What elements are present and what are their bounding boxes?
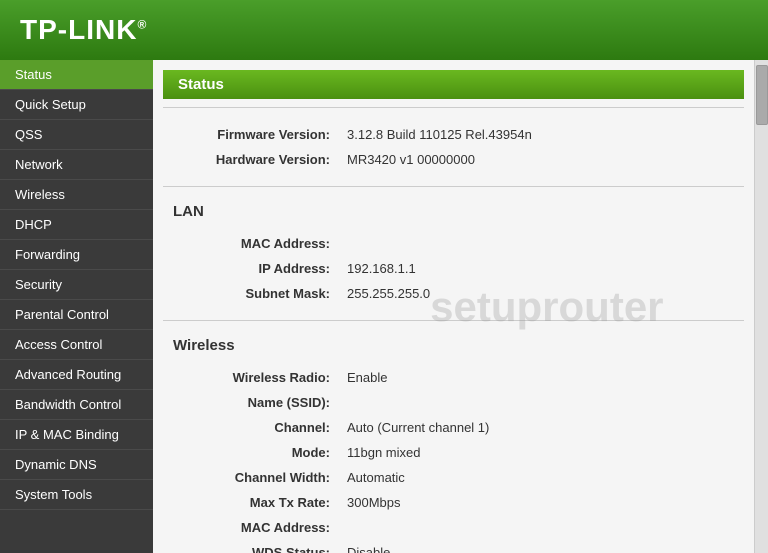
lan-subnet-label: Subnet Mask: [165,282,335,305]
header: TP-LINK® [0,0,768,60]
sidebar-item-access-control[interactable]: Access Control [0,330,153,360]
wireless-radio-label: Wireless Radio: [165,366,335,389]
content-wrapper: setuprouter Status Firmware Version: 3.1… [153,60,768,553]
sidebar-item-dhcp[interactable]: DHCP [0,210,153,240]
logo-suffix: ® [137,18,147,32]
table-row: IP Address: 192.168.1.1 [165,257,742,280]
scrollbar-thumb[interactable] [756,65,768,125]
firmware-value: 3.12.8 Build 110125 Rel.43954n [337,123,742,146]
table-row: MAC Address: [165,516,742,539]
sidebar-item-status[interactable]: Status [0,60,153,90]
wireless-mac-label: MAC Address: [165,516,335,539]
lan-ip-label: IP Address: [165,257,335,280]
sidebar-item-network[interactable]: Network [0,150,153,180]
hardware-value: MR3420 v1 00000000 [337,148,742,171]
firmware-table: Firmware Version: 3.12.8 Build 110125 Re… [153,116,754,178]
sidebar-item-security[interactable]: Security [0,270,153,300]
wireless-ssid-label: Name (SSID): [165,391,335,414]
wireless-radio-value: Enable [337,366,742,389]
logo-text: TP-LINK [20,14,137,45]
wireless-mode-value: 11bgn mixed [337,441,742,464]
wireless-section-heading: Wireless [153,329,754,359]
main-layout: StatusQuick SetupQSSNetworkWirelessDHCPF… [0,60,768,553]
status-bar: Status [163,70,744,99]
wireless-mode-label: Mode: [165,441,335,464]
sidebar-item-wireless[interactable]: Wireless [0,180,153,210]
firmware-label: Firmware Version: [165,123,335,146]
table-row: Channel Width: Automatic [165,466,742,489]
logo: TP-LINK® [20,14,147,46]
table-row: Max Tx Rate: 300Mbps [165,491,742,514]
sidebar-item-system-tools[interactable]: System Tools [0,480,153,510]
wireless-mac-value [337,516,742,539]
divider-lan [163,186,744,187]
table-row: Subnet Mask: 255.255.255.0 [165,282,742,305]
lan-subnet-value: 255.255.255.0 [337,282,742,305]
table-row: Firmware Version: 3.12.8 Build 110125 Re… [165,123,742,146]
sidebar-item-dynamic-dns[interactable]: Dynamic DNS [0,450,153,480]
lan-mac-label: MAC Address: [165,232,335,255]
wireless-width-label: Channel Width: [165,466,335,489]
lan-ip-value: 192.168.1.1 [337,257,742,280]
sidebar: StatusQuick SetupQSSNetworkWirelessDHCPF… [0,60,153,553]
sidebar-item-bandwidth-control[interactable]: Bandwidth Control [0,390,153,420]
wireless-wds-value: Disable [337,541,742,553]
table-row: Name (SSID): [165,391,742,414]
wireless-channel-value: Auto (Current channel 1) [337,416,742,439]
table-row: WDS Status: Disable [165,541,742,553]
divider-wireless [163,320,744,321]
sidebar-item-parental-control[interactable]: Parental Control [0,300,153,330]
table-row: Wireless Radio: Enable [165,366,742,389]
table-row: Hardware Version: MR3420 v1 00000000 [165,148,742,171]
wireless-ssid-value [337,391,742,414]
hardware-label: Hardware Version: [165,148,335,171]
wireless-width-value: Automatic [337,466,742,489]
sidebar-item-forwarding[interactable]: Forwarding [0,240,153,270]
sidebar-item-ip-&-mac-binding[interactable]: IP & MAC Binding [0,420,153,450]
table-row: Mode: 11bgn mixed [165,441,742,464]
table-row: Channel: Auto (Current channel 1) [165,416,742,439]
lan-mac-value [337,232,742,255]
sidebar-item-qss[interactable]: QSS [0,120,153,150]
wireless-wds-label: WDS Status: [165,541,335,553]
scrollbar[interactable] [754,60,768,553]
content-area: setuprouter Status Firmware Version: 3.1… [153,60,754,553]
lan-section-heading: LAN [153,195,754,225]
wireless-maxtx-value: 300Mbps [337,491,742,514]
table-row: MAC Address: [165,232,742,255]
sidebar-item-quick-setup[interactable]: Quick Setup [0,90,153,120]
wireless-table: Wireless Radio: Enable Name (SSID): Chan… [153,359,754,553]
lan-table: MAC Address: IP Address: 192.168.1.1 Sub… [153,225,754,312]
wireless-channel-label: Channel: [165,416,335,439]
sidebar-item-advanced-routing[interactable]: Advanced Routing [0,360,153,390]
wireless-maxtx-label: Max Tx Rate: [165,491,335,514]
divider-firmware [163,107,744,108]
